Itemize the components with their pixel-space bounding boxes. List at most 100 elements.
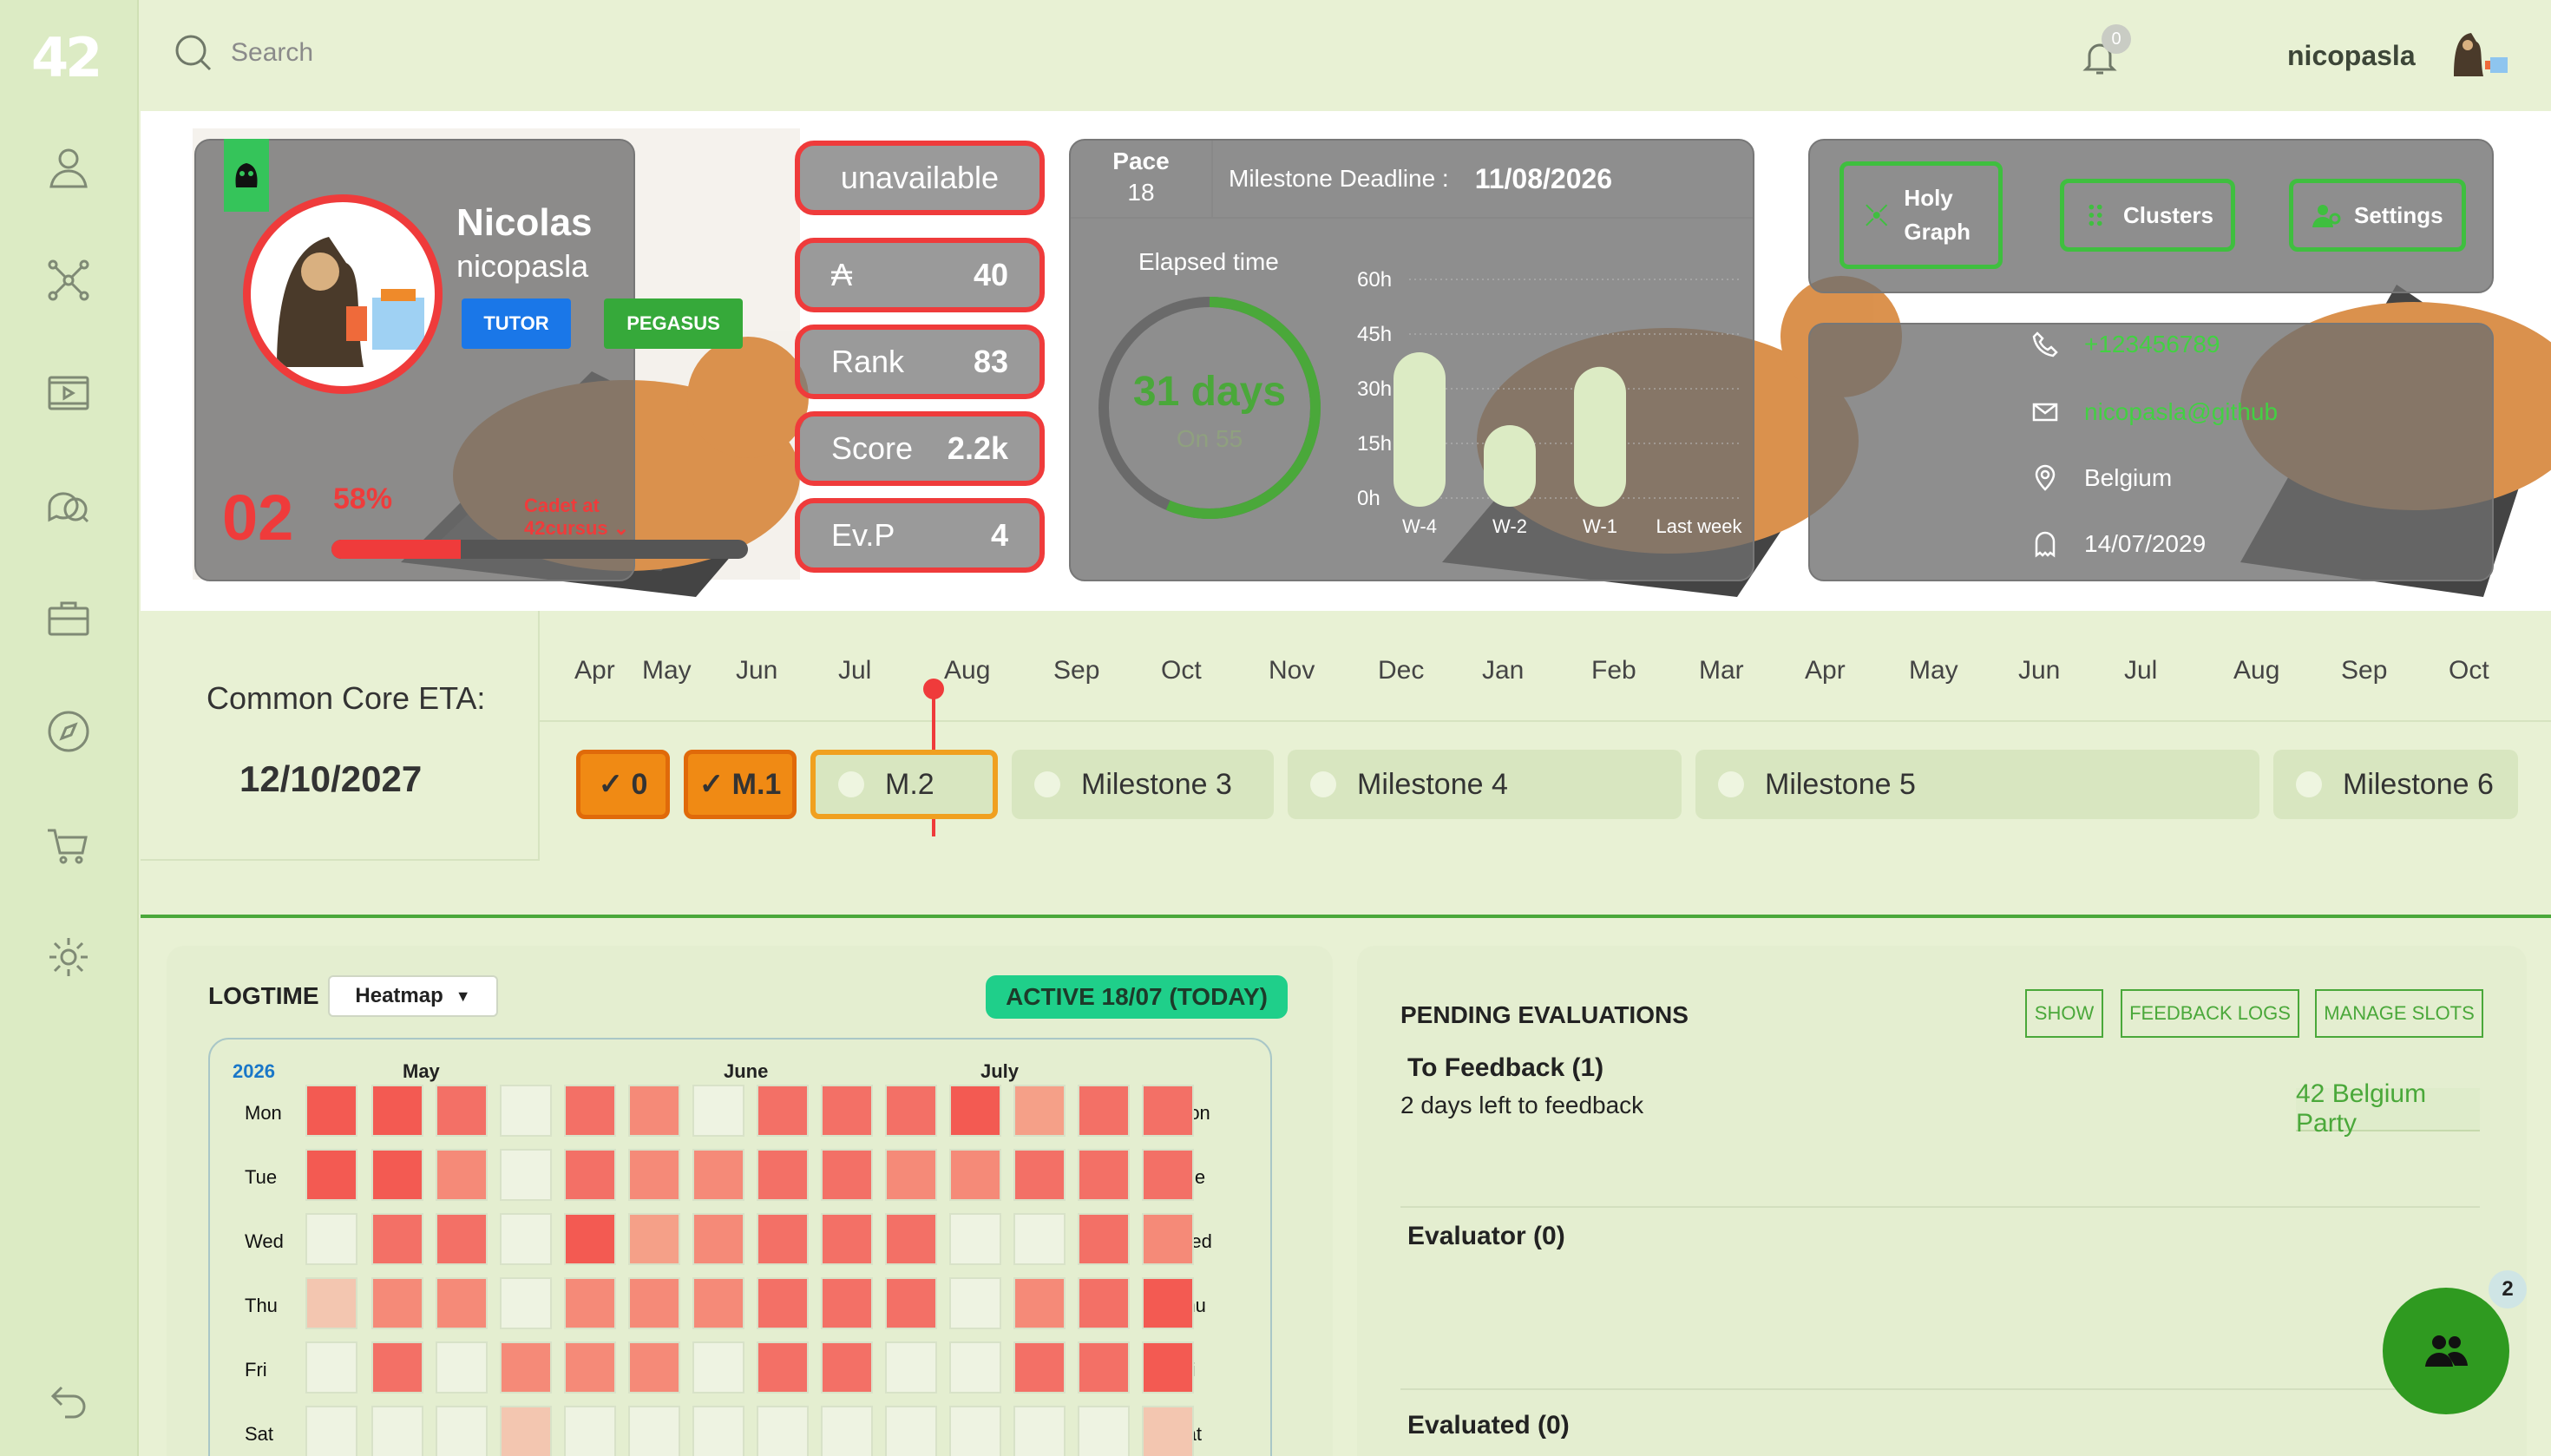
heatmap-cell[interactable] (564, 1406, 616, 1456)
heatmap-cell[interactable] (692, 1406, 744, 1456)
profile-nav-icon[interactable] (42, 141, 95, 194)
milestone-3[interactable]: Milestone 3 (1012, 750, 1274, 819)
heatmap-cell[interactable] (436, 1341, 488, 1394)
heatmap-cell[interactable] (305, 1213, 357, 1265)
heatmap-cell[interactable] (821, 1277, 873, 1329)
heatmap-cell[interactable] (692, 1213, 744, 1265)
header-avatar[interactable] (2445, 26, 2511, 80)
milestone-1[interactable]: ✓ M.1 (684, 750, 797, 819)
heatmap-cell[interactable] (305, 1085, 357, 1137)
heatmap-cell[interactable] (305, 1341, 357, 1394)
heatmap-cell[interactable] (949, 1341, 1001, 1394)
heatmap-cell[interactable] (821, 1149, 873, 1201)
heatmap-cell[interactable] (500, 1085, 552, 1137)
search-bar[interactable] (174, 33, 578, 73)
heatmap-cell[interactable] (436, 1085, 488, 1137)
heatmap-cell[interactable] (371, 1149, 423, 1201)
heatmap-cell[interactable] (1013, 1406, 1066, 1456)
heatmap-cell[interactable] (885, 1085, 937, 1137)
heatmap-cell[interactable] (1078, 1277, 1130, 1329)
shop-nav-icon[interactable] (42, 817, 95, 871)
heatmap-cell[interactable] (628, 1213, 680, 1265)
heatmap-cell[interactable] (628, 1085, 680, 1137)
header-username[interactable]: nicopasla (2287, 40, 2416, 72)
heatmap-cell[interactable] (757, 1213, 809, 1265)
holy-graph-button[interactable]: Holy Graph (1839, 161, 2003, 269)
heatmap-cell[interactable] (885, 1213, 937, 1265)
heatmap-cell[interactable] (885, 1341, 937, 1394)
manage-slots-button[interactable]: MANAGE SLOTS (2315, 989, 2483, 1038)
heatmap-cell[interactable] (500, 1341, 552, 1394)
profile-avatar[interactable] (243, 194, 443, 394)
heatmap-cell[interactable] (692, 1341, 744, 1394)
heatmap-cell[interactable] (305, 1149, 357, 1201)
heatmap-cell[interactable] (1013, 1213, 1066, 1265)
logo-42[interactable]: 42 (31, 26, 102, 89)
heatmap-cell[interactable] (371, 1406, 423, 1456)
heatmap-cell[interactable] (692, 1085, 744, 1137)
heatmap-cell[interactable] (757, 1341, 809, 1394)
heatmap-cell[interactable] (628, 1149, 680, 1201)
heatmap-cell[interactable] (949, 1277, 1001, 1329)
heatmap-cell[interactable] (692, 1149, 744, 1201)
settings-nav-icon[interactable] (42, 930, 95, 984)
heatmap-cell[interactable] (564, 1085, 616, 1137)
heatmap-cell[interactable] (500, 1406, 552, 1456)
phone-number[interactable]: +123456789 (2084, 331, 2220, 358)
milestone-4[interactable]: Milestone 4 (1288, 750, 1682, 819)
belgium-party-link[interactable]: 42 Belgium Party (2296, 1079, 2480, 1138)
holy-graph-nav-icon[interactable] (42, 253, 95, 307)
heatmap-cell[interactable] (1013, 1341, 1066, 1394)
heatmap-cell[interactable] (757, 1406, 809, 1456)
tutor-tag[interactable]: TUTOR (462, 298, 571, 349)
heatmap-cell[interactable] (371, 1277, 423, 1329)
heatmap-cell[interactable] (628, 1406, 680, 1456)
heatmap-cell[interactable] (692, 1277, 744, 1329)
heatmap-cell[interactable] (757, 1085, 809, 1137)
heatmap-cell[interactable] (1078, 1149, 1130, 1201)
heatmap-cell[interactable] (949, 1149, 1001, 1201)
heatmap-cell[interactable] (564, 1213, 616, 1265)
video-nav-icon[interactable] (42, 366, 95, 420)
heatmap-cell[interactable] (564, 1341, 616, 1394)
cursus-select[interactable]: Cadet at 42cursus ⌄ (524, 495, 633, 540)
heatmap-cell[interactable] (436, 1213, 488, 1265)
heatmap-cell[interactable] (1078, 1085, 1130, 1137)
heatmap-cell[interactable] (371, 1085, 423, 1137)
compass-nav-icon[interactable] (42, 705, 95, 758)
friends-fab-button[interactable] (2383, 1288, 2509, 1414)
heatmap-cell[interactable] (949, 1406, 1001, 1456)
settings-button[interactable]: Settings (2289, 179, 2466, 252)
heatmap-cell[interactable] (821, 1213, 873, 1265)
heatmap-cell[interactable] (757, 1149, 809, 1201)
heatmap-cell[interactable] (1013, 1149, 1066, 1201)
heatmap-cell[interactable] (564, 1149, 616, 1201)
heatmap-cell[interactable] (757, 1277, 809, 1329)
search-input[interactable] (231, 38, 578, 68)
heatmap-cell[interactable] (949, 1085, 1001, 1137)
heatmap-cell[interactable] (1078, 1213, 1130, 1265)
heatmap-cell[interactable] (1078, 1406, 1130, 1456)
milestone-6[interactable]: Milestone 6 (2273, 750, 2518, 819)
heatmap-cell[interactable] (628, 1341, 680, 1394)
heatmap-cell[interactable] (305, 1406, 357, 1456)
heatmap-cell[interactable] (1142, 1406, 1194, 1456)
heatmap-cell[interactable] (436, 1406, 488, 1456)
logtime-view-select[interactable]: Heatmap ▼ (328, 975, 498, 1017)
heatmap-cell[interactable] (500, 1149, 552, 1201)
heatmap-cell[interactable] (885, 1149, 937, 1201)
heatmap-cell[interactable] (500, 1213, 552, 1265)
heatmap-cell[interactable] (1078, 1341, 1130, 1394)
heatmap-cell[interactable] (1142, 1149, 1194, 1201)
heatmap-cell[interactable] (564, 1277, 616, 1329)
pegasus-tag[interactable]: PEGASUS (604, 298, 743, 349)
heatmap-cell[interactable] (885, 1406, 937, 1456)
milestone-5[interactable]: Milestone 5 (1695, 750, 2259, 819)
milestone-0[interactable]: ✓ 0 (576, 750, 670, 819)
heatmap-cell[interactable] (885, 1277, 937, 1329)
heatmap-cell[interactable] (1142, 1085, 1194, 1137)
heatmap-cell[interactable] (1142, 1213, 1194, 1265)
heatmap-cell[interactable] (821, 1406, 873, 1456)
heatmap-cell[interactable] (821, 1341, 873, 1394)
heatmap-cell[interactable] (949, 1213, 1001, 1265)
